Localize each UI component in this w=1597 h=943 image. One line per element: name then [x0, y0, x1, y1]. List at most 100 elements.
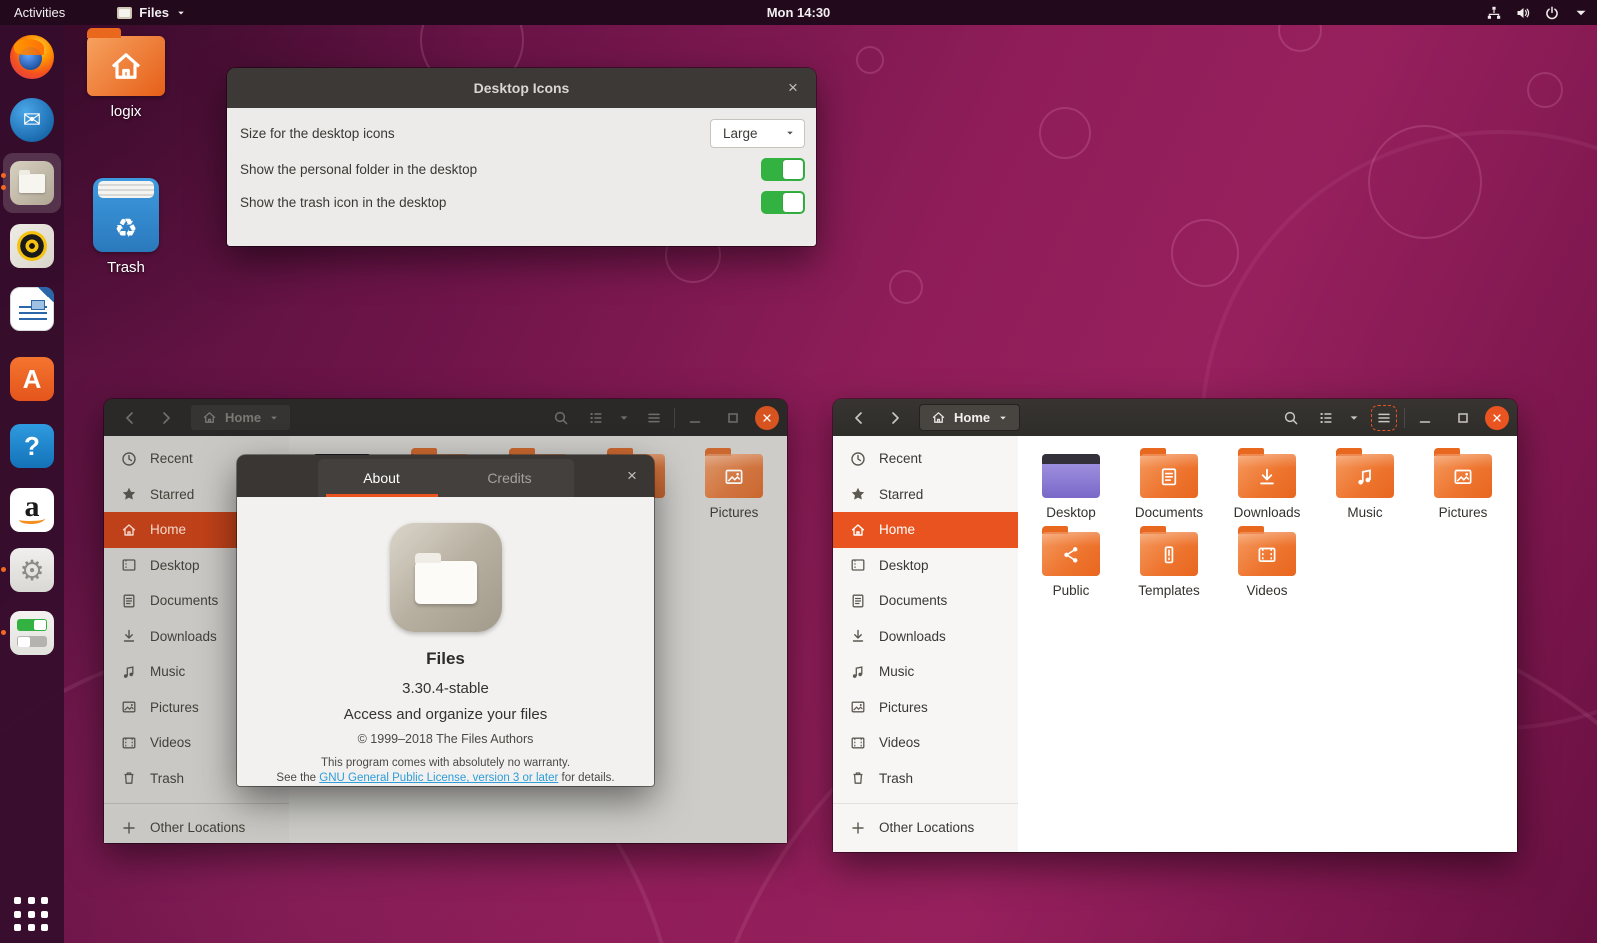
- toggle-knob: [783, 193, 803, 212]
- tab-about[interactable]: About: [318, 459, 446, 497]
- dock-thunderbird-button[interactable]: ✉: [8, 96, 56, 144]
- sidebar-item-other-locations[interactable]: Other Locations: [833, 810, 1018, 846]
- pictures-emblem-icon: [724, 466, 745, 487]
- activities-button[interactable]: Activities: [0, 5, 79, 20]
- videos-folder-icon: [1238, 532, 1296, 576]
- desktop-shortcut-home[interactable]: logix: [71, 28, 181, 120]
- dock-settings-button[interactable]: ⚙: [8, 546, 56, 594]
- dialog-titlebar[interactable]: Desktop Icons ×: [227, 68, 816, 108]
- file-item-public[interactable]: Public: [1022, 524, 1120, 598]
- list-view-icon[interactable]: [588, 410, 604, 426]
- show-applications-button[interactable]: [14, 897, 50, 933]
- view-options-caret-icon[interactable]: [1348, 410, 1360, 426]
- dock-help-button[interactable]: ?: [8, 422, 56, 470]
- search-icon[interactable]: [1283, 410, 1299, 426]
- sidebar-item-documents[interactable]: Documents: [833, 583, 1018, 619]
- list-view-icon[interactable]: [1318, 410, 1334, 426]
- view-options-caret-icon[interactable]: [618, 410, 630, 426]
- recent-icon: [121, 451, 137, 467]
- music-emblem-icon: [1355, 466, 1376, 487]
- back-icon[interactable]: [851, 410, 867, 426]
- shortcut-label: Trash: [71, 259, 181, 276]
- back-icon[interactable]: [122, 410, 138, 426]
- file-item-documents[interactable]: Documents: [1120, 446, 1218, 520]
- sidebar-item-videos[interactable]: Videos: [833, 725, 1018, 761]
- path-bar-button[interactable]: Home: [919, 404, 1020, 431]
- headerbar[interactable]: Home: [833, 399, 1517, 436]
- hamburger-menu-icon[interactable]: [646, 410, 662, 426]
- dock-writer-button[interactable]: [8, 285, 56, 333]
- running-dot: [1, 630, 6, 635]
- settings-gear-icon: ⚙: [10, 548, 54, 592]
- trash-icon-toggle[interactable]: [761, 191, 805, 214]
- search-icon[interactable]: [553, 410, 569, 426]
- home-icon: [931, 410, 946, 425]
- trash-icon: [121, 770, 137, 786]
- dock-rhythmbox-button[interactable]: [8, 222, 56, 270]
- personal-folder-toggle[interactable]: [761, 158, 805, 181]
- dock-firefox-button[interactable]: [8, 33, 56, 81]
- sidebar-item-home[interactable]: Home: [833, 512, 1018, 548]
- firefox-icon: [10, 35, 54, 79]
- dock-amazon-button[interactable]: a: [8, 486, 56, 534]
- dock-files-button[interactable]: [8, 159, 56, 207]
- dock-tweaks-button[interactable]: [8, 609, 56, 657]
- templates-emblem-icon: [1159, 544, 1180, 565]
- dock-software-button[interactable]: A: [8, 355, 56, 403]
- path-label: Home: [954, 410, 990, 425]
- file-item-downloads[interactable]: Downloads: [1218, 446, 1316, 520]
- app-menu-button[interactable]: Files: [107, 5, 196, 20]
- forward-icon[interactable]: [158, 410, 174, 426]
- forward-icon[interactable]: [887, 410, 903, 426]
- system-status-area[interactable]: [1486, 5, 1589, 21]
- file-grid-view[interactable]: Desktop Documents Downloads Music Pictur…: [1018, 436, 1517, 852]
- close-icon[interactable]: ×: [783, 78, 803, 98]
- documents-emblem-icon: [1159, 466, 1180, 487]
- size-row-label: Size for the desktop icons: [240, 126, 395, 141]
- plus-icon: [121, 820, 137, 836]
- close-icon[interactable]: ×: [622, 466, 642, 486]
- hamburger-menu-icon[interactable]: [1376, 410, 1392, 426]
- about-titlebar[interactable]: About Credits ×: [237, 455, 654, 497]
- minimize-icon[interactable]: [687, 410, 703, 426]
- trash-icon-row-label: Show the trash icon in the desktop: [240, 195, 446, 210]
- file-item-pictures[interactable]: Pictures: [685, 446, 783, 520]
- files-app-icon: [117, 7, 132, 19]
- icon-size-dropdown[interactable]: Large: [710, 119, 805, 148]
- sidebar-item-desktop[interactable]: Desktop: [833, 548, 1018, 584]
- sidebar-item-starred[interactable]: Starred: [833, 477, 1018, 513]
- downloads-icon: [121, 628, 137, 644]
- warranty-text: This program comes with absolutely no wa…: [276, 756, 614, 786]
- close-button[interactable]: [1485, 406, 1509, 430]
- toggle-knob: [783, 160, 803, 179]
- close-button[interactable]: [755, 406, 779, 430]
- clock[interactable]: Mon 14:30: [767, 5, 831, 20]
- file-item-videos[interactable]: Videos: [1218, 524, 1316, 598]
- file-item-desktop[interactable]: Desktop: [1022, 446, 1120, 520]
- desktop-icon: [121, 557, 137, 573]
- gnu-license-link[interactable]: GNU General Public License, version 3 or…: [319, 772, 558, 784]
- amazon-icon: a: [10, 488, 54, 532]
- minimize-icon[interactable]: [1417, 410, 1433, 426]
- documents-folder-icon: [1140, 454, 1198, 498]
- sidebar-item-other-locations[interactable]: Other Locations: [104, 810, 289, 846]
- maximize-icon[interactable]: [725, 410, 741, 426]
- file-item-music[interactable]: Music: [1316, 446, 1414, 520]
- sidebar-item-downloads[interactable]: Downloads: [833, 619, 1018, 655]
- help-icon: ?: [10, 424, 54, 468]
- sidebar-item-music[interactable]: Music: [833, 654, 1018, 690]
- separator: [674, 408, 675, 428]
- sidebar-item-pictures[interactable]: Pictures: [833, 690, 1018, 726]
- maximize-icon[interactable]: [1455, 410, 1471, 426]
- sidebar-item-recent[interactable]: Recent: [833, 441, 1018, 477]
- desktop-shortcut-trash[interactable]: ♻ Trash: [71, 178, 181, 276]
- path-bar-button[interactable]: Home: [190, 404, 291, 431]
- headerbar[interactable]: Home: [104, 399, 787, 436]
- file-item-templates[interactable]: Templates: [1120, 524, 1218, 598]
- tab-credits[interactable]: Credits: [446, 459, 574, 497]
- app-summary: Access and organize your files: [344, 706, 547, 723]
- sidebar-item-trash[interactable]: Trash: [833, 761, 1018, 797]
- file-item-pictures[interactable]: Pictures: [1414, 446, 1512, 520]
- downloads-folder-icon: [1238, 454, 1296, 498]
- templates-folder-icon: [1140, 532, 1198, 576]
